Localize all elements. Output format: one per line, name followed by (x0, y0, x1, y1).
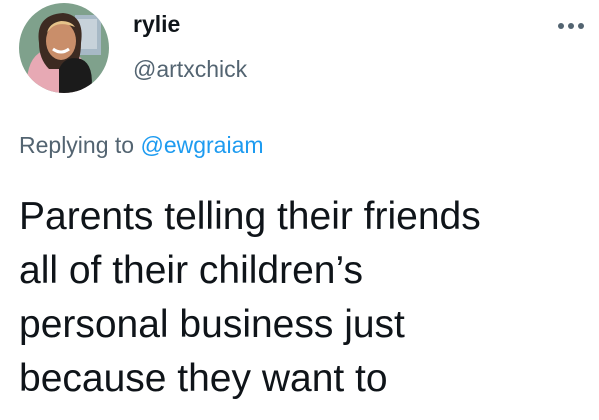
display-name[interactable]: rylie (133, 10, 180, 38)
more-options-button[interactable] (553, 14, 589, 38)
tweet-text-line: all of their children’s (19, 249, 363, 292)
more-horizontal-icon (558, 23, 584, 29)
user-handle[interactable]: @artxchick (133, 55, 247, 83)
reply-prefix: Replying to (19, 132, 135, 158)
reply-mention-link[interactable]: @ewgraiam (140, 132, 263, 158)
tweet-text-line: personal business just (19, 303, 405, 346)
tweet-text: Parents telling their friends all of the… (19, 190, 589, 406)
reply-context: Replying to @ewgraiam (19, 131, 264, 159)
avatar-photo (19, 3, 109, 93)
tweet-text-line: because they want to (19, 357, 388, 400)
tweet-text-line: Parents telling their friends (19, 195, 481, 238)
avatar[interactable] (19, 3, 109, 93)
